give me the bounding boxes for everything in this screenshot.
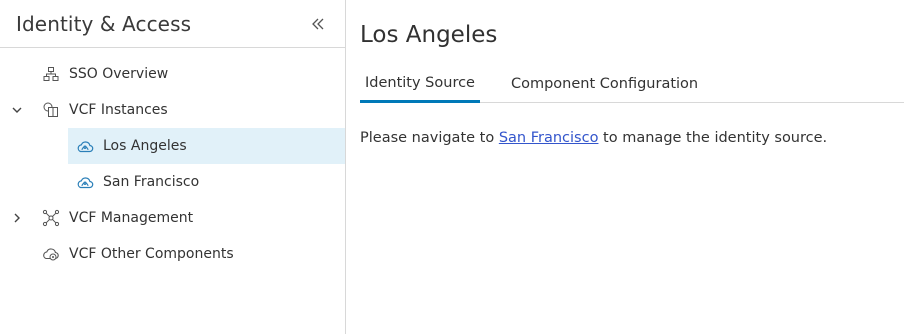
sitemap-icon — [42, 65, 60, 83]
tree-item-vcf-management[interactable]: VCF Management — [0, 200, 345, 236]
tree-item-label: San Francisco — [103, 174, 200, 190]
sidebar-title: Identity & Access — [16, 11, 192, 36]
message-text-before: Please navigate to — [360, 130, 499, 146]
tree-item-label: Los Angeles — [103, 138, 187, 154]
tree-item-san-francisco[interactable]: San Francisco — [68, 164, 345, 200]
chevron-down-icon[interactable] — [10, 103, 24, 117]
tree-item-sso-overview[interactable]: SSO Overview — [0, 56, 345, 92]
sidebar-header: Identity & Access — [0, 0, 345, 48]
tree-item-los-angeles[interactable]: Los Angeles — [68, 128, 345, 164]
page-title: Los Angeles — [360, 22, 498, 48]
collapse-sidebar-button[interactable] — [309, 15, 327, 33]
tree-item-label: VCF Management — [69, 210, 194, 226]
double-chevron-left-icon — [312, 18, 324, 29]
navigation-tree: SSO Overview VCF Instances Los Angeles S… — [0, 48, 345, 272]
cloud-icon — [76, 137, 94, 155]
message-text-after: to manage the identity source. — [598, 130, 828, 146]
tree-item-vcf-other-components[interactable]: VCF Other Components — [0, 236, 345, 272]
instances-icon — [42, 101, 60, 119]
components-icon — [42, 245, 60, 263]
tree-item-vcf-instances[interactable]: VCF Instances — [0, 92, 345, 128]
tab-bar: Identity Source Component Configuration — [360, 70, 904, 103]
chevron-right-icon[interactable] — [10, 211, 24, 225]
app-window: Identity & Access SSO Overview VCF Insta… — [0, 0, 904, 334]
info-message: Please navigate to San Francisco to mana… — [360, 130, 827, 146]
sidebar: Identity & Access SSO Overview VCF Insta… — [0, 0, 346, 334]
cloud-icon — [76, 173, 94, 191]
san-francisco-link[interactable]: San Francisco — [499, 130, 599, 146]
tab-identity-source[interactable]: Identity Source — [360, 70, 480, 103]
network-icon — [42, 209, 60, 227]
tree-item-label: SSO Overview — [69, 66, 169, 82]
tree-item-label: VCF Instances — [69, 102, 168, 118]
tree-item-label: VCF Other Components — [69, 246, 234, 262]
main-content: Los Angeles Identity Source Component Co… — [346, 0, 904, 334]
tab-component-configuration[interactable]: Component Configuration — [506, 71, 703, 102]
